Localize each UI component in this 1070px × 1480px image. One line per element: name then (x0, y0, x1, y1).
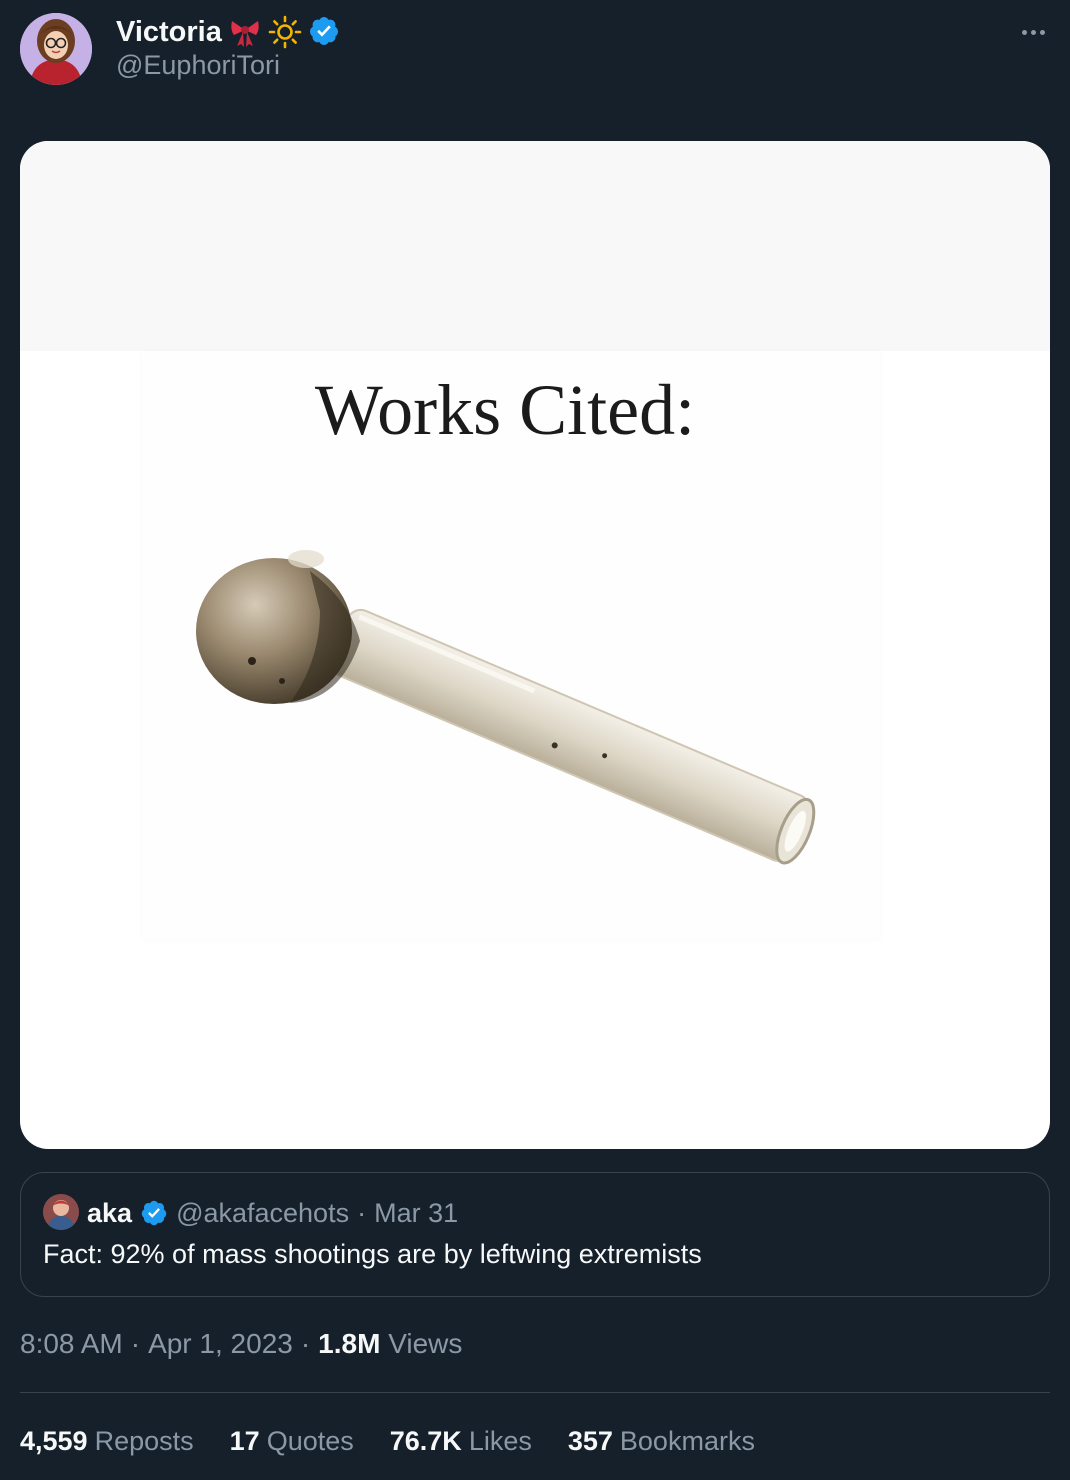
bookmarks-label: Bookmarks (619, 1425, 755, 1456)
stats-divider (20, 1392, 1050, 1393)
quotes-stat[interactable]: 17 Quotes (230, 1426, 354, 1457)
quotes-label: Quotes (266, 1425, 354, 1456)
tweet-meta: 8:08 AM · Apr 1, 2023 · 1.8M Views (20, 1324, 462, 1364)
reposts-stat[interactable]: 4,559 Reposts (20, 1426, 194, 1457)
verified-badge-icon[interactable] (140, 1199, 168, 1227)
engagement-stats: 4,559 Reposts 17 Quotes 76.7K Likes 357 … (20, 1420, 755, 1462)
bookmarks-count: 357 (567, 1425, 613, 1456)
verified-badge-icon[interactable] (308, 15, 342, 49)
ribbon-emoji-icon (228, 15, 262, 49)
meta-separator: · (130, 1328, 141, 1359)
tweet-time[interactable]: 8:08 AM (20, 1328, 123, 1360)
reposts-count: 4,559 (20, 1425, 88, 1456)
quotes-count: 17 (229, 1425, 260, 1456)
meta-separator: · (300, 1328, 311, 1359)
likes-stat[interactable]: 76.7K Likes (390, 1426, 532, 1457)
likes-count: 76.7K (389, 1425, 462, 1456)
quoted-separator: · (357, 1197, 367, 1228)
views-stat[interactable]: 1.8M Views (318, 1328, 462, 1360)
quoted-tweet-header: aka @akafacehots · Mar 31 (87, 1193, 458, 1233)
tweet-date[interactable]: Apr 1, 2023 (148, 1328, 293, 1360)
author-name-row: Victoria (116, 12, 342, 52)
views-label: Views (388, 1328, 463, 1359)
quoted-author-handle[interactable]: @akafacehots (176, 1198, 349, 1229)
reposts-label: Reposts (94, 1425, 194, 1456)
author-name[interactable]: Victoria (116, 16, 222, 49)
views-count: 1.8M (318, 1328, 381, 1359)
more-dot-icon (1021, 29, 1027, 35)
quoted-tweet[interactable]: aka @akafacehots · Mar 31 Fact: 92% of m… (20, 1172, 1050, 1297)
tweet-media[interactable]: Works Cited: (20, 141, 1050, 1149)
quoted-date[interactable]: Mar 31 (374, 1198, 458, 1229)
quoted-author-avatar[interactable] (43, 1194, 79, 1230)
more-options-button[interactable] (1016, 22, 1050, 42)
sun-emoji-icon (268, 15, 302, 49)
bookmarks-stat[interactable]: 357 Bookmarks (568, 1426, 755, 1457)
author-handle[interactable]: @EuphoriTori (116, 50, 280, 81)
author-avatar[interactable] (20, 13, 92, 85)
quoted-tweet-text: Fact: 92% of mass shootings are by leftw… (43, 1239, 702, 1269)
likes-label: Likes (468, 1425, 532, 1456)
more-dot-icon (1030, 29, 1036, 35)
more-dot-icon (1039, 29, 1045, 35)
quoted-author-name[interactable]: aka (87, 1198, 132, 1229)
glass-pipe-image (196, 550, 816, 865)
avatar-illustration (20, 13, 92, 85)
